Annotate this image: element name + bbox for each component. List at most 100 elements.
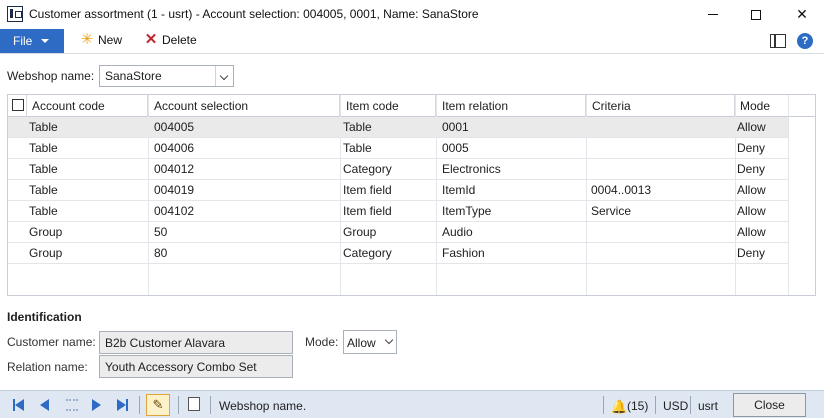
delete-label: Delete — [162, 33, 197, 47]
last-record-icon[interactable] — [117, 399, 131, 411]
new-label: New — [98, 33, 123, 47]
list-records-icon[interactable] — [66, 399, 80, 411]
col-mode[interactable]: Mode — [735, 95, 789, 117]
table-cell[interactable]: Item field — [343, 180, 392, 201]
table-cell[interactable]: Allow — [737, 222, 766, 243]
table-cell[interactable]: 004012 — [154, 159, 194, 180]
table-cell[interactable]: 0005 — [442, 138, 469, 159]
table-row[interactable]: Table 004005 Table 0001 Allow — [8, 117, 788, 138]
table-cell[interactable]: Table — [29, 201, 58, 222]
column-divider — [788, 95, 789, 295]
close-button[interactable]: Close — [733, 393, 806, 417]
customer-name-field[interactable]: B2b Customer Alavara — [99, 331, 293, 354]
table-cell[interactable]: 0001 — [442, 117, 469, 138]
table-cell[interactable]: 004019 — [154, 180, 194, 201]
table-cell[interactable]: Allow — [737, 201, 766, 222]
table-cell[interactable]: Group — [343, 222, 376, 243]
minimize-icon — [708, 14, 718, 15]
table-cell[interactable]: Group — [29, 222, 62, 243]
table-cell[interactable]: Table — [29, 159, 58, 180]
col-criteria[interactable]: Criteria — [586, 95, 735, 117]
table-row[interactable]: Table 004012 Category Electronics Deny — [8, 159, 788, 180]
document-icon[interactable] — [188, 397, 200, 411]
table-cell[interactable]: ItemId — [442, 180, 475, 201]
table-cell[interactable]: ItemType — [442, 201, 491, 222]
next-record-icon[interactable] — [92, 399, 106, 411]
new-star-icon: ✳ — [80, 31, 94, 48]
assortment-grid: Account code Account selection Item code… — [7, 94, 816, 296]
grid-header: Account code Account selection Item code… — [8, 95, 815, 117]
divider — [655, 396, 656, 414]
relation-name-field[interactable]: Youth Accessory Combo Set — [99, 355, 293, 378]
table-cell[interactable]: 004102 — [154, 201, 194, 222]
company-indicator[interactable]: usrt — [698, 399, 718, 413]
action-pane: File ✳ New ✕ Delete ? — [0, 29, 824, 54]
select-all-checkbox[interactable] — [12, 99, 24, 111]
title-bar: Customer assortment (1 - usrt) - Account… — [0, 0, 824, 29]
maximize-button[interactable] — [733, 0, 779, 29]
table-cell[interactable]: Service — [591, 201, 631, 222]
chevron-down-icon[interactable] — [215, 66, 233, 86]
mode-value: Allow — [347, 336, 376, 350]
mode-label: Mode: — [305, 335, 339, 349]
table-cell[interactable]: Allow — [737, 117, 766, 138]
col-account-selection[interactable]: Account selection — [148, 95, 340, 117]
edit-pencil-icon[interactable]: ✎ — [146, 394, 170, 416]
webshop-select[interactable]: SanaStore — [99, 65, 234, 87]
col-account-code[interactable]: Account code — [27, 95, 148, 117]
table-cell[interactable]: Allow — [737, 180, 766, 201]
notification-count[interactable]: (15) — [627, 399, 648, 413]
relation-name-label: Relation name: — [7, 360, 88, 374]
mode-select[interactable]: Allow — [343, 330, 397, 354]
table-cell[interactable]: Electronics — [442, 159, 501, 180]
identification-title: Identification — [7, 310, 82, 324]
col-item-relation[interactable]: Item relation — [436, 95, 586, 117]
table-cell[interactable]: Table — [343, 117, 372, 138]
webshop-label: Webshop name: — [7, 69, 95, 83]
table-cell[interactable]: Fashion — [442, 243, 485, 264]
table-cell[interactable]: Table — [29, 117, 58, 138]
table-row[interactable]: Table 004102 Item field ItemType Service Allo… — [8, 201, 788, 222]
table-cell[interactable]: 004006 — [154, 138, 194, 159]
chevron-down-icon — [384, 335, 394, 345]
table-cell[interactable]: 80 — [154, 243, 167, 264]
table-cell[interactable]: Category — [343, 159, 392, 180]
table-cell[interactable]: Item field — [343, 201, 392, 222]
previous-record-icon[interactable] — [40, 399, 54, 411]
table-cell[interactable]: Group — [29, 243, 62, 264]
status-bar: ✎ Webshop name. 🔔 (15) USD usrt Close — [0, 390, 824, 418]
divider — [690, 396, 691, 414]
table-cell[interactable]: 0004..0013 — [591, 180, 651, 201]
table-cell[interactable]: Deny — [737, 159, 765, 180]
divider — [178, 396, 179, 414]
table-row[interactable]: Table 004019 Item field ItemId 0004..0013 All… — [8, 180, 788, 201]
table-cell[interactable]: 004005 — [154, 117, 194, 138]
table-cell[interactable]: Deny — [737, 243, 765, 264]
chevron-down-icon — [41, 39, 50, 43]
help-icon[interactable]: ? — [797, 33, 813, 49]
table-row[interactable]: Group 80 Category Fashion Deny — [8, 243, 788, 264]
divider — [210, 396, 211, 414]
table-cell[interactable]: Category — [343, 243, 392, 264]
file-menu-button[interactable]: File — [0, 29, 64, 53]
table-cell[interactable]: Table — [29, 180, 58, 201]
minimize-button[interactable] — [690, 0, 736, 29]
delete-button[interactable]: ✕ Delete — [144, 31, 197, 48]
table-cell[interactable]: Table — [29, 138, 58, 159]
new-button[interactable]: ✳ New — [80, 31, 123, 48]
table-row[interactable]: Group 50 Group Audio Allow — [8, 222, 788, 243]
table-row[interactable]: Table 004006 Table 0005 Deny — [8, 138, 788, 159]
table-cell[interactable]: 50 — [154, 222, 167, 243]
table-cell[interactable]: Audio — [442, 222, 473, 243]
bell-icon[interactable]: 🔔 — [611, 399, 627, 415]
divider — [603, 396, 604, 414]
table-cell[interactable]: Table — [343, 138, 372, 159]
first-record-icon[interactable] — [13, 399, 27, 411]
delete-x-icon: ✕ — [144, 31, 158, 48]
layout-icon[interactable] — [770, 34, 786, 48]
close-window-button[interactable]: ✕ — [779, 0, 824, 29]
currency-indicator[interactable]: USD — [663, 399, 688, 413]
app-icon — [7, 6, 23, 22]
col-item-code[interactable]: Item code — [340, 95, 436, 117]
table-cell[interactable]: Deny — [737, 138, 765, 159]
